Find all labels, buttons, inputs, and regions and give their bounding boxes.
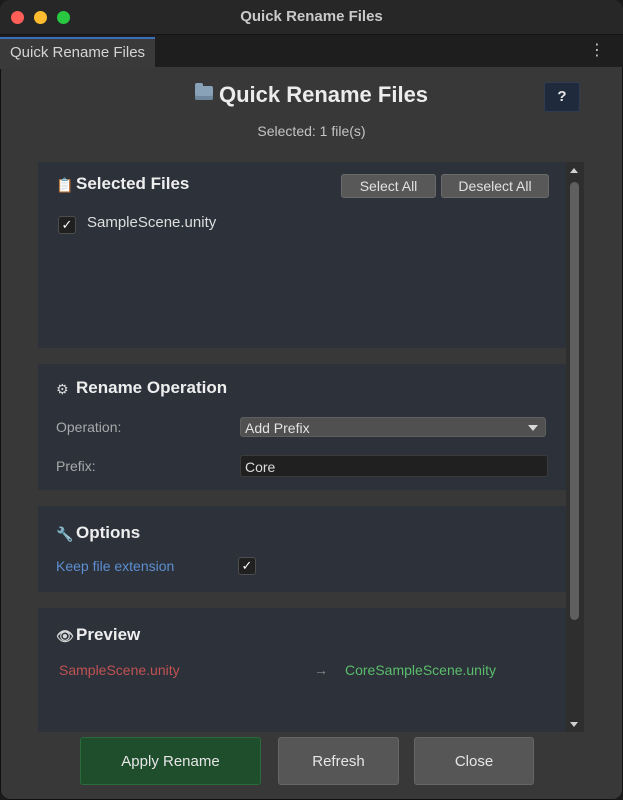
help-button[interactable]: ? (544, 82, 580, 112)
options-title: 🔧 Options (56, 523, 140, 543)
vertical-scrollbar[interactable] (566, 162, 584, 732)
operation-value: Add Prefix (245, 420, 310, 436)
file-name: SampleScene.unity (87, 214, 217, 231)
window-title: Quick Rename Files (240, 8, 383, 25)
editor-window: Quick Rename Files Quick Rename Files ⋮ … (0, 0, 623, 800)
file-checkbox[interactable]: ✓ (58, 216, 76, 234)
preview-old-name: SampleScene.unity (59, 662, 180, 678)
prefix-input[interactable]: Core (240, 455, 548, 477)
options-panel: 🔧 Options Keep file extension ✓ (38, 506, 566, 592)
more-vertical-icon[interactable]: ⋮ (589, 43, 605, 59)
selected-count: Selected: 1 file(s) (257, 123, 366, 139)
scroll-thumb[interactable] (570, 182, 579, 620)
tab-strip: Quick Rename Files ⋮ (0, 35, 623, 69)
refresh-button[interactable]: Refresh (278, 737, 399, 785)
keep-extension-label: Keep file extension (56, 558, 175, 574)
chevron-down-icon (528, 425, 538, 431)
eye-icon: 👁 (56, 628, 74, 644)
page-title: Quick Rename Files (0, 82, 623, 108)
select-all-button[interactable]: Select All (341, 174, 436, 198)
scroll-up-arrow-icon[interactable] (570, 168, 578, 173)
selected-files-title: 📋 Selected Files (56, 174, 189, 194)
operation-dropdown[interactable]: Add Prefix (240, 417, 546, 437)
close-button[interactable]: Close (414, 737, 534, 785)
options-title-text: Options (76, 523, 141, 542)
folder-icon (194, 83, 213, 100)
arrow-right-icon: → (314, 662, 328, 678)
deselect-all-button[interactable]: Deselect All (441, 174, 549, 198)
prefix-label: Prefix: (56, 458, 96, 474)
rename-operation-panel: ⚙ Rename Operation Operation: Add Prefix … (38, 364, 566, 490)
scroll-down-arrow-icon[interactable] (570, 722, 578, 727)
preview-new-name: CoreSampleScene.unity (345, 662, 496, 678)
scroll-view: 📋 Selected Files Select All Deselect All … (38, 162, 566, 732)
operation-label: Operation: (56, 419, 122, 435)
clipboard-icon: 📋 (56, 177, 74, 193)
tab-quick-rename-files[interactable]: Quick Rename Files (0, 37, 156, 69)
selected-files-title-text: Selected Files (76, 174, 190, 193)
preview-title-text: Preview (76, 625, 141, 644)
rename-operation-title: ⚙ Rename Operation (56, 378, 227, 398)
title-bar: Quick Rename Files (0, 0, 623, 35)
preview-panel: 👁 Preview SampleScene.unity → CoreSampleS… (38, 608, 566, 732)
wrench-icon: 🔧 (56, 526, 74, 542)
apply-rename-button[interactable]: Apply Rename (80, 737, 261, 785)
rename-operation-title-text: Rename Operation (76, 378, 228, 397)
gear-icon: ⚙ (56, 381, 69, 397)
keep-extension-checkbox[interactable]: ✓ (238, 557, 256, 575)
selected-files-panel: 📋 Selected Files Select All Deselect All … (38, 162, 566, 348)
page-title-text: Quick Rename Files (218, 82, 429, 107)
preview-title: 👁 Preview (56, 625, 140, 645)
